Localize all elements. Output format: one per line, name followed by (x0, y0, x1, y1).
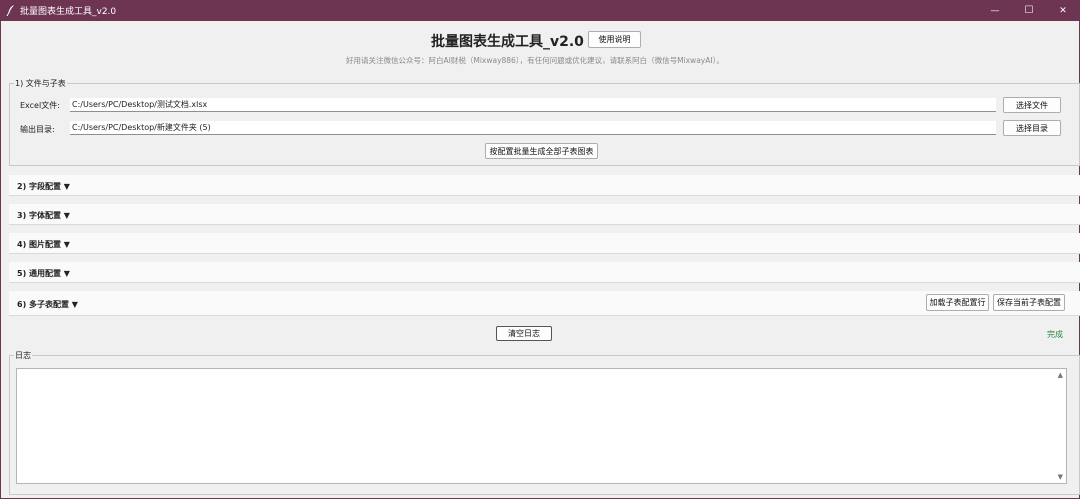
choose-file-button[interactable]: 选择文件 (1003, 97, 1061, 113)
scroll-down-icon[interactable]: ▼ (1058, 473, 1063, 481)
scroll-up-icon[interactable]: ▲ (1058, 371, 1063, 379)
section-field-config-label: 2) 字段配置 ▼ (17, 182, 70, 191)
status-text: 完成 (1047, 330, 1063, 339)
section-image-config-label: 4) 图片配置 ▼ (17, 240, 70, 249)
feather-icon (6, 5, 14, 16)
files-group-label: 1) 文件与子表 (14, 78, 67, 89)
clear-log-button[interactable]: 清空日志 (496, 326, 552, 341)
page-title: 批量图表生成工具_v2.0 (431, 34, 584, 50)
minimize-icon: — (990, 5, 1000, 16)
maximize-icon: ☐ (1024, 5, 1034, 16)
section-general-config-label: 5) 通用配置 ▼ (17, 269, 70, 278)
section-font-config-label: 3) 字体配置 ▼ (17, 211, 70, 220)
title-bar[interactable]: 批量图表生成工具_v2.0 — ☐ ✕ (0, 0, 1080, 21)
generate-all-button[interactable]: 按配置批量生成全部子表图表 (485, 143, 598, 159)
app-window: 批量图表生成工具_v2.0 — ☐ ✕ 批量图表生成工具_v2.0 使用说明 好… (0, 0, 1080, 499)
save-sheet-config-button[interactable]: 保存当前子表配置 (993, 294, 1065, 311)
load-sheet-config-button[interactable]: 加载子表配置行 (926, 294, 989, 311)
output-dir-label: 输出目录: (20, 125, 55, 134)
maximize-button[interactable]: ☐ (1012, 0, 1046, 21)
excel-file-input[interactable]: C:/Users/PC/Desktop/测试文档.xlsx (70, 98, 996, 112)
choose-dir-button[interactable]: 选择目录 (1003, 120, 1061, 136)
output-dir-input[interactable]: C:/Users/PC/Desktop/新建文件夹 (5) (70, 121, 996, 135)
close-button[interactable]: ✕ (1046, 0, 1080, 21)
window-title: 批量图表生成工具_v2.0 (20, 7, 117, 17)
section-font-config[interactable]: 3) 字体配置 ▼ (9, 204, 1080, 225)
section-field-config[interactable]: 2) 字段配置 ▼ (9, 175, 1080, 196)
subtitle-notice: 好用请关注微信公众号：阿白AI财税（Mixway886），有任何问题或优化建议，… (346, 56, 724, 65)
files-group: 1) 文件与子表 Excel文件: C:/Users/PC/Desktop/测试… (9, 78, 1080, 166)
log-text-area[interactable]: ▲ ▼ (16, 368, 1067, 484)
section-general-config[interactable]: 5) 通用配置 ▼ (9, 262, 1080, 283)
log-group-label: 日志 (14, 350, 32, 361)
excel-file-label: Excel文件: (20, 101, 60, 110)
section-multi-sheet-config-label: 6) 多子表配置 ▼ (17, 300, 78, 309)
section-image-config[interactable]: 4) 图片配置 ▼ (9, 233, 1080, 254)
section-multi-sheet-config[interactable]: 6) 多子表配置 ▼ 加载子表配置行 保存当前子表配置 (9, 291, 1080, 316)
close-icon: ✕ (1059, 5, 1067, 16)
minimize-button[interactable]: — (978, 0, 1012, 21)
help-button[interactable]: 使用说明 (588, 31, 641, 48)
main-area: 批量图表生成工具_v2.0 使用说明 好用请关注微信公众号：阿白AI财税（Mix… (1, 21, 1080, 498)
